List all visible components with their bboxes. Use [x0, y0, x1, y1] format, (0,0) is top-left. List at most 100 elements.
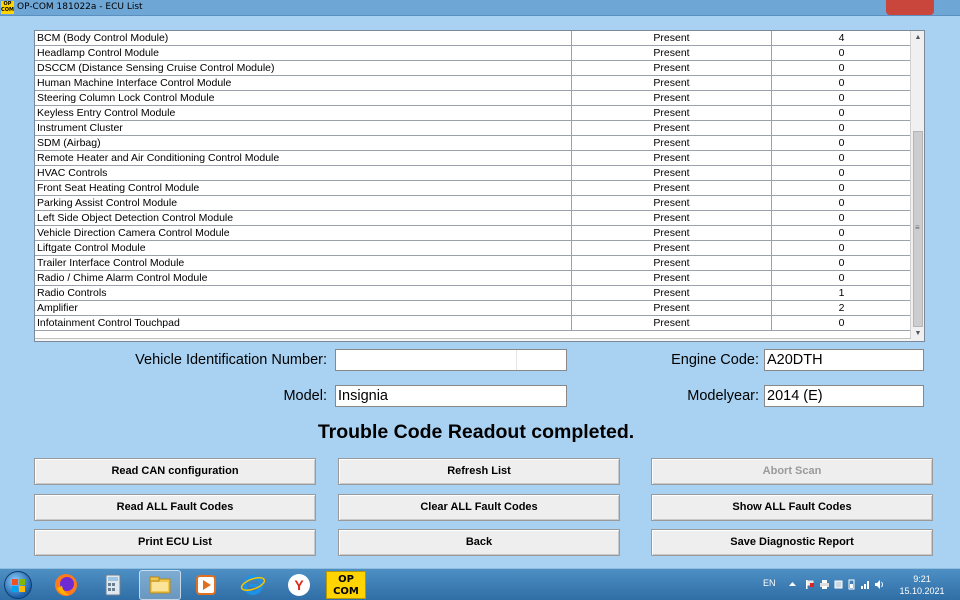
ecu-status-cell: Present: [572, 226, 772, 240]
table-row[interactable]: Front Seat Heating Control Module Present…: [35, 181, 911, 196]
ecu-name-cell: Steering Column Lock Control Module: [35, 91, 572, 105]
ecu-fault-count-cell: 0: [838, 197, 845, 209]
table-row[interactable]: Liftgate Control Module Present 0: [35, 241, 911, 256]
ecu-fault-count-cell: 0: [838, 227, 845, 239]
table-row[interactable]: Trailer Interface Control Module Present 0: [35, 256, 911, 271]
refresh-list-button[interactable]: Refresh List: [338, 458, 620, 485]
device-tray-icon[interactable]: [833, 579, 844, 590]
vin-field-divider: [516, 350, 517, 370]
volume-icon[interactable]: [874, 579, 885, 590]
ecu-fault-count-cell: 0: [838, 62, 845, 74]
file-explorer-icon[interactable]: [147, 572, 173, 598]
modelyear-value: 2014 (E): [767, 388, 823, 404]
close-button[interactable]: [886, 0, 934, 15]
ecu-fault-count-cell: 0: [838, 122, 845, 134]
taskbar: Y OP COM EN 9:21 15.10.2021: [0, 568, 960, 600]
table-row[interactable]: Parking Assist Control Module Present 0: [35, 196, 911, 211]
table-row[interactable]: Infotainment Control Touchpad Present 0: [35, 316, 911, 331]
opcom-taskbar-label-2: COM: [333, 586, 359, 597]
action-center-flag-icon[interactable]: [804, 579, 815, 590]
ecu-name-cell: Human Machine Interface Control Module: [35, 76, 572, 90]
table-row[interactable]: Human Machine Interface Control Module Pr…: [35, 76, 911, 91]
maximize-button[interactable]: [842, 0, 884, 15]
ecu-name-cell: SDM (Airbag): [35, 136, 572, 150]
internet-explorer-icon[interactable]: [240, 572, 266, 598]
firefox-icon[interactable]: [53, 572, 79, 598]
back-button[interactable]: Back: [338, 529, 620, 556]
yandex-browser-icon[interactable]: Y: [286, 572, 312, 598]
table-row[interactable]: Keyless Entry Control Module Present 0: [35, 106, 911, 121]
read-can-configuration-button[interactable]: Read CAN configuration: [34, 458, 316, 485]
ecu-status-cell: Present: [572, 301, 772, 315]
calculator-icon[interactable]: [100, 572, 126, 598]
scroll-down-arrow-icon[interactable]: ▼: [911, 327, 924, 341]
table-row[interactable]: BCM (Body Control Module) Present 4: [35, 31, 911, 46]
table-row[interactable]: Remote Heater and Air Conditioning Contr…: [35, 151, 911, 166]
ecu-name-cell: Front Seat Heating Control Module: [35, 181, 572, 195]
engine-code-label: Engine Code:: [671, 352, 759, 368]
vin-field[interactable]: [335, 349, 567, 371]
table-row[interactable]: SDM (Airbag) Present 0: [35, 136, 911, 151]
modelyear-field[interactable]: 2014 (E): [764, 385, 924, 407]
ecu-status-cell: Present: [572, 271, 772, 285]
ecu-name-cell: Infotainment Control Touchpad: [35, 316, 572, 330]
media-player-icon[interactable]: [193, 572, 219, 598]
clear-all-fault-codes-button[interactable]: Clear ALL Fault Codes: [338, 494, 620, 521]
ecu-name-cell: Liftgate Control Module: [35, 241, 572, 255]
ecu-status-cell: Present: [572, 31, 772, 45]
taskbar-clock[interactable]: 9:21 15.10.2021: [896, 573, 948, 597]
ecu-fault-count-cell: 0: [838, 167, 845, 179]
status-message: Trouble Code Readout completed.: [317, 421, 635, 443]
vertical-scrollbar[interactable]: ▲ ≡ ▼: [910, 31, 924, 341]
table-row[interactable]: Vehicle Direction Camera Control Module P…: [35, 226, 911, 241]
ecu-list[interactable]: BCM (Body Control Module) Present 4 Headlam…: [34, 30, 925, 342]
table-row[interactable]: Radio / Chime Alarm Control Module Presen…: [35, 271, 911, 286]
ecu-name-cell: Keyless Entry Control Module: [35, 106, 572, 120]
ecu-status-cell: Present: [572, 316, 772, 330]
clock-time: 9:21: [913, 574, 931, 584]
scroll-up-arrow-icon[interactable]: ▲: [911, 31, 924, 45]
print-ecu-list-button[interactable]: Print ECU List: [34, 529, 316, 556]
ecu-fault-count-cell: 0: [838, 92, 845, 104]
ecu-fault-count-cell: 4: [838, 32, 845, 44]
ecu-list-rows: BCM (Body Control Module) Present 4 Headlam…: [35, 31, 911, 331]
ecu-status-cell: Present: [572, 166, 772, 180]
list-bottom-border: [35, 338, 911, 341]
ecu-status-cell: Present: [572, 241, 772, 255]
ecu-name-cell: Vehicle Direction Camera Control Module: [35, 226, 572, 240]
scrollbar-thumb[interactable]: ≡: [913, 131, 923, 327]
ecu-name-cell: Trailer Interface Control Module: [35, 256, 572, 270]
abort-scan-button[interactable]: Abort Scan: [651, 458, 933, 485]
table-row[interactable]: HVAC Controls Present 0: [35, 166, 911, 181]
show-all-fault-codes-button[interactable]: Show ALL Fault Codes: [651, 494, 933, 521]
battery-icon[interactable]: [846, 579, 857, 590]
ecu-fault-count-cell: 1: [838, 287, 845, 299]
table-row[interactable]: Radio Controls Present 1: [35, 286, 911, 301]
table-row[interactable]: Steering Column Lock Control Module Prese…: [35, 91, 911, 106]
network-icon[interactable]: [860, 579, 871, 590]
model-label: Model:: [283, 388, 327, 404]
minimize-button[interactable]: [798, 0, 840, 15]
ecu-status-cell: Present: [572, 46, 772, 60]
opcom-taskbar-label-1: OP: [338, 574, 354, 585]
ecu-fault-count-cell: 0: [838, 242, 845, 254]
save-diagnostic-report-button[interactable]: Save Diagnostic Report: [651, 529, 933, 556]
read-all-fault-codes-button[interactable]: Read ALL Fault Codes: [34, 494, 316, 521]
start-button[interactable]: [4, 571, 32, 599]
show-hidden-icons-icon[interactable]: [787, 579, 798, 590]
language-indicator[interactable]: EN: [763, 578, 776, 588]
svg-text:Y: Y: [294, 577, 304, 593]
table-row[interactable]: DSCCM (Distance Sensing Cruise Control M…: [35, 61, 911, 76]
scroll-grip-icon: ≡: [915, 223, 920, 232]
table-row[interactable]: Headlamp Control Module Present 0: [35, 46, 911, 61]
ecu-status-cell: Present: [572, 256, 772, 270]
printer-tray-icon[interactable]: [819, 579, 830, 590]
engine-code-field[interactable]: A20DTH: [764, 349, 924, 371]
opcom-taskbar-button[interactable]: OP COM: [326, 571, 366, 599]
model-field[interactable]: Insignia: [335, 385, 567, 407]
table-row[interactable]: Instrument Cluster Present 0: [35, 121, 911, 136]
table-row[interactable]: Left Side Object Detection Control Modul…: [35, 211, 911, 226]
ecu-name-cell: BCM (Body Control Module): [35, 31, 572, 45]
table-row[interactable]: Amplifier Present 2: [35, 301, 911, 316]
ecu-name-cell: Radio Controls: [35, 286, 572, 300]
